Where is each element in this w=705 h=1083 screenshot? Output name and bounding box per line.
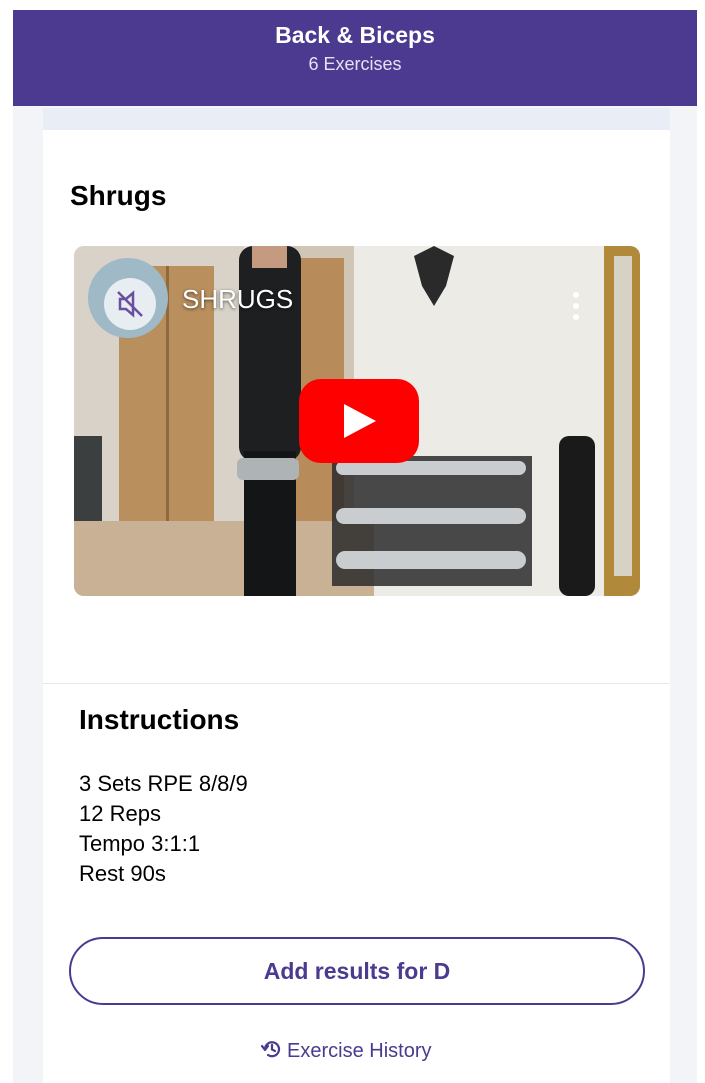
- history-icon: [260, 1041, 281, 1058]
- instructions-heading: Instructions: [79, 704, 240, 735]
- app-screen: Back & Biceps 6 Exercises Shrugs SHRUGS …: [0, 0, 705, 1083]
- card-top-band: [43, 108, 670, 130]
- mute-icon[interactable]: [104, 278, 156, 330]
- exercise-history-label: Exercise History: [287, 1040, 432, 1062]
- instruction-rest: Rest 90s: [79, 861, 166, 886]
- channel-avatar[interactable]: [88, 258, 168, 338]
- video-title: SHRUGS: [182, 284, 294, 314]
- exercise-history-link[interactable]: Exercise History: [260, 1037, 431, 1063]
- instruction-reps: 12 Reps: [79, 801, 161, 826]
- play-button[interactable]: [299, 379, 419, 463]
- play-icon: [344, 404, 376, 438]
- instructions-list: 3 Sets RPE 8/8/9 12 Reps Tempo 3:1:1 Res…: [79, 769, 248, 889]
- workout-header: Back & Biceps 6 Exercises: [13, 10, 697, 106]
- add-results-button[interactable]: Add results for D: [69, 937, 645, 1005]
- exercise-count: 6 Exercises: [308, 54, 402, 74]
- workout-title: Back & Biceps: [275, 22, 435, 48]
- exercise-title: Shrugs: [70, 180, 167, 211]
- section-divider: [43, 683, 670, 684]
- more-vertical-icon[interactable]: [572, 292, 580, 322]
- video-player[interactable]: SHRUGS: [74, 246, 640, 596]
- instruction-tempo: Tempo 3:1:1: [79, 831, 201, 856]
- instruction-sets: 3 Sets RPE 8/8/9: [79, 771, 248, 796]
